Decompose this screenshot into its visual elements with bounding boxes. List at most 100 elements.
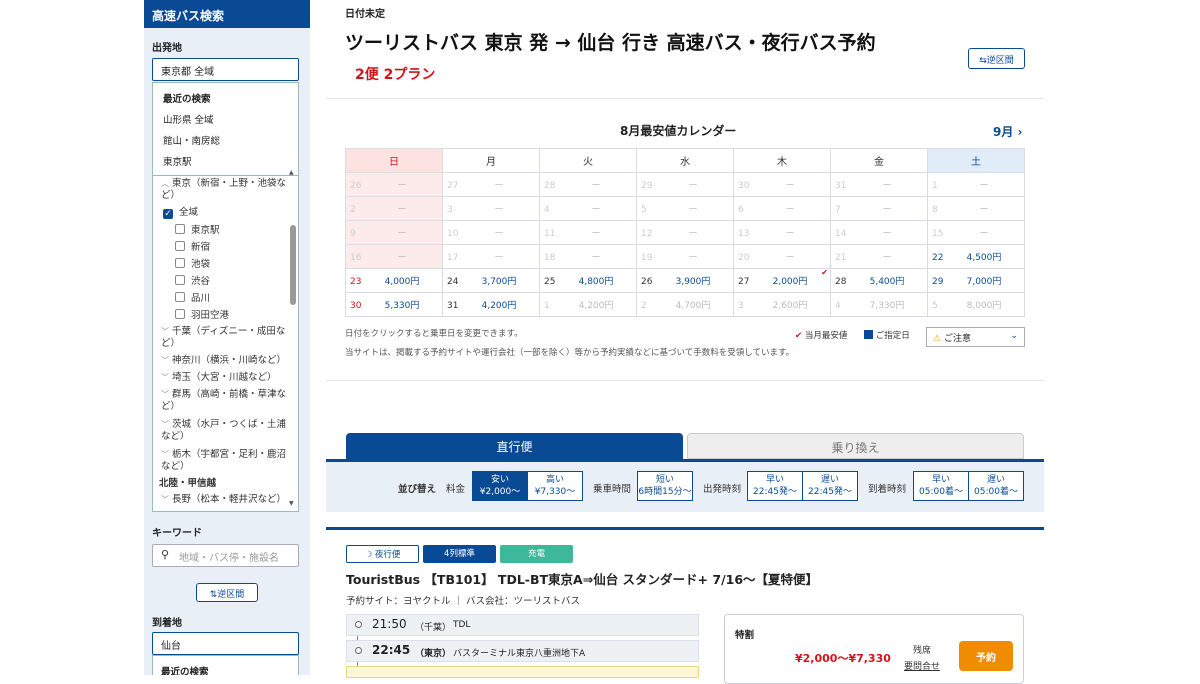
tree-region[interactable]: ﹀ 千葉（ディズニー・成田など） <box>161 326 286 350</box>
calendar-day-cell: 3ー <box>442 196 540 221</box>
calendar-day-number: 3 <box>738 301 744 311</box>
tree-region[interactable]: ﹀ 栃木（宇都宮・足利・鹿沼など） <box>161 449 286 473</box>
sort-price-high-button[interactable]: 高い ¥7,330〜 <box>527 471 583 501</box>
calendar-day-cell[interactable]: 22 4,500円 <box>927 244 1025 269</box>
calendar-day-cell: 7ー <box>830 196 928 221</box>
sort-ride-short-button[interactable]: 短い 6時間15分〜 <box>637 471 693 501</box>
stop-dot-icon <box>355 621 362 628</box>
sort-arrival-late-button[interactable]: 遅い 05:00着〜 <box>968 471 1024 501</box>
calendar-day-cell[interactable]: 31 4,200円 <box>442 292 540 317</box>
tree-region[interactable]: ﹀ 長野（松本・軽井沢など） <box>161 494 286 506</box>
departure-input[interactable]: 東京都 全域 <box>152 58 299 81</box>
tree-station[interactable]: 渋谷 <box>175 275 210 288</box>
swap-route-button[interactable]: ⇅逆区間 <box>196 583 258 602</box>
calendar-day-cell: 31 ー <box>830 172 928 197</box>
warning-icon: ⚠ <box>933 334 942 344</box>
chevron-up-icon: ︿ <box>161 179 169 188</box>
tree-all-checkbox[interactable]: ✓ 全域 <box>163 207 198 219</box>
stop-row-partial <box>346 666 699 678</box>
calendar-day-price: 7,330円 <box>869 301 905 311</box>
tree-region[interactable]: ﹀ 群馬（高崎・前橋・草津など） <box>161 389 286 413</box>
checkbox-icon[interactable] <box>175 292 185 302</box>
arrival-dropdown: 最近の検索 <box>152 655 299 675</box>
tab-transfer[interactable]: 乗り換え <box>687 433 1024 459</box>
calendar-day-cell[interactable]: 24 3,700円 <box>442 268 540 293</box>
reserve-button[interactable]: 予約 <box>959 641 1013 671</box>
calendar-day-cell[interactable]: 23 4,000円 <box>345 268 443 293</box>
tree-station[interactable]: 池袋 <box>175 258 210 271</box>
calendar-day-number: 23 <box>350 277 362 287</box>
search-icon: ⚲ <box>161 548 170 561</box>
calendar-day-price: 7,000円 <box>966 277 1002 287</box>
stop-dot-icon <box>355 647 362 654</box>
calendar-day-price: ー <box>882 253 892 263</box>
calendar-day-cell[interactable]: 28 5,400円 <box>830 268 928 293</box>
checkbox-icon[interactable] <box>175 258 185 268</box>
calendar-day-price: ー <box>688 181 698 191</box>
calendar-day-cell[interactable]: 25 4,800円 <box>539 268 637 293</box>
checkbox-checked-icon[interactable]: ✓ <box>163 209 173 219</box>
calendar-day-cell: 18 ー <box>539 244 637 269</box>
tree-region[interactable]: ﹀ 神奈川（横浜・川崎など） <box>161 355 286 367</box>
calendar-day-price: ー <box>882 229 892 239</box>
caution-dropdown[interactable]: ⚠ ご注意 ⌄ <box>926 327 1025 347</box>
recent-item[interactable]: 東京駅 <box>155 154 200 168</box>
weekday-header: 月 <box>442 148 540 173</box>
calendar-week-row: 2ー3ー4ー5ー6ー7ー8ー <box>345 196 1025 221</box>
calendar-day-price: ー <box>591 253 601 263</box>
scroll-down-icon[interactable]: ▼ <box>289 500 294 507</box>
tab-direct[interactable]: 直行便 <box>346 433 683 459</box>
calendar-day-price: 5,330円 <box>384 301 420 311</box>
arrival-input[interactable]: 仙台 <box>152 632 299 655</box>
sort-departure-early-button[interactable]: 早い 22:45発〜 <box>747 471 803 501</box>
calendar-day-cell[interactable]: 30 5,330円 <box>345 292 443 317</box>
next-month-link[interactable]: 9月 › <box>993 123 1023 140</box>
bus-name[interactable]: TouristBus 【TB101】 TDL-BT東京A⇒仙台 スタンダード+ … <box>346 569 818 588</box>
calendar-day-price: 8,000円 <box>966 301 1002 311</box>
calendar-day-number: 5 <box>641 205 647 215</box>
chevron-down-icon: ﹀ <box>161 356 169 365</box>
legend-selected: ご指定日 <box>864 329 910 341</box>
calendar-day-price: ー <box>397 181 407 191</box>
calendar-day-cell[interactable]: 29 7,000円 <box>927 268 1025 293</box>
calendar-day-price: 4,500円 <box>966 253 1002 263</box>
tree-region-tokyo[interactable]: ︿ 東京（新宿・上野・池袋など） <box>161 178 286 202</box>
seat-status-link[interactable]: 要問合せ <box>904 659 940 672</box>
tree-station[interactable]: 羽田空港 <box>175 309 229 322</box>
fee-disclosure: 当サイトは、掲載する予約サイトや運行会社（一部を除く）等から予約実績などに基づい… <box>345 348 795 358</box>
calendar-day-cell: 20 ー <box>733 244 831 269</box>
tree-station[interactable]: 品川 <box>175 292 210 305</box>
calendar-day-cell[interactable]: 26 3,900円 <box>636 268 734 293</box>
chevron-down-icon: ﹀ <box>161 450 169 459</box>
calendar-day-number: 6 <box>738 205 744 215</box>
badge-seat-type: 4列標準 <box>423 545 496 563</box>
checkbox-icon[interactable] <box>175 241 185 251</box>
tree-station[interactable]: 新宿 <box>175 241 210 254</box>
scrollbar-thumb[interactable] <box>290 225 296 305</box>
checkbox-icon[interactable] <box>175 275 185 285</box>
scroll-up-icon[interactable]: ▲ <box>289 169 294 176</box>
recent-item[interactable]: 館山・南房総 <box>155 133 228 147</box>
calendar-day-price: ー <box>688 205 698 215</box>
calendar-day-number: 10 <box>447 229 459 239</box>
sort-ride-label: 乗車時間 <box>593 484 632 495</box>
sort-price-label: 料金 <box>446 484 466 495</box>
chevron-down-icon: ﹀ <box>161 390 169 399</box>
sort-arrival-early-button[interactable]: 早い 05:00着〜 <box>913 471 969 501</box>
calendar-day-cell: 1ー <box>927 172 1025 197</box>
weekday-header: 金 <box>830 148 928 173</box>
calendar-day-cell[interactable]: 27 2,000円 ✔ <box>733 268 831 293</box>
checkbox-icon[interactable] <box>175 309 185 319</box>
sort-price-low-button[interactable]: 安い ¥2,000〜 <box>472 471 528 501</box>
tree-region[interactable]: ﹀ 茨城（水戸・つくば・土浦など） <box>161 419 286 443</box>
calendar-day-price: ー <box>494 229 504 239</box>
tree-region[interactable]: ﹀ 埼玉（大宮・川越など） <box>161 372 286 384</box>
sort-departure-late-button[interactable]: 遅い 22:45発〜 <box>802 471 858 501</box>
swap-route-button[interactable]: ⇆逆区間 <box>968 48 1025 69</box>
calendar-day-number: 14 <box>835 229 847 239</box>
cheapest-check-icon: ✔ <box>821 268 828 277</box>
checkbox-icon[interactable] <box>175 224 185 234</box>
keyword-input[interactable]: ⚲ 地域・バス停・施設名 <box>152 544 299 567</box>
recent-item[interactable]: 山形県 全域 <box>155 112 222 126</box>
tree-station[interactable]: 東京駅 <box>175 224 220 237</box>
